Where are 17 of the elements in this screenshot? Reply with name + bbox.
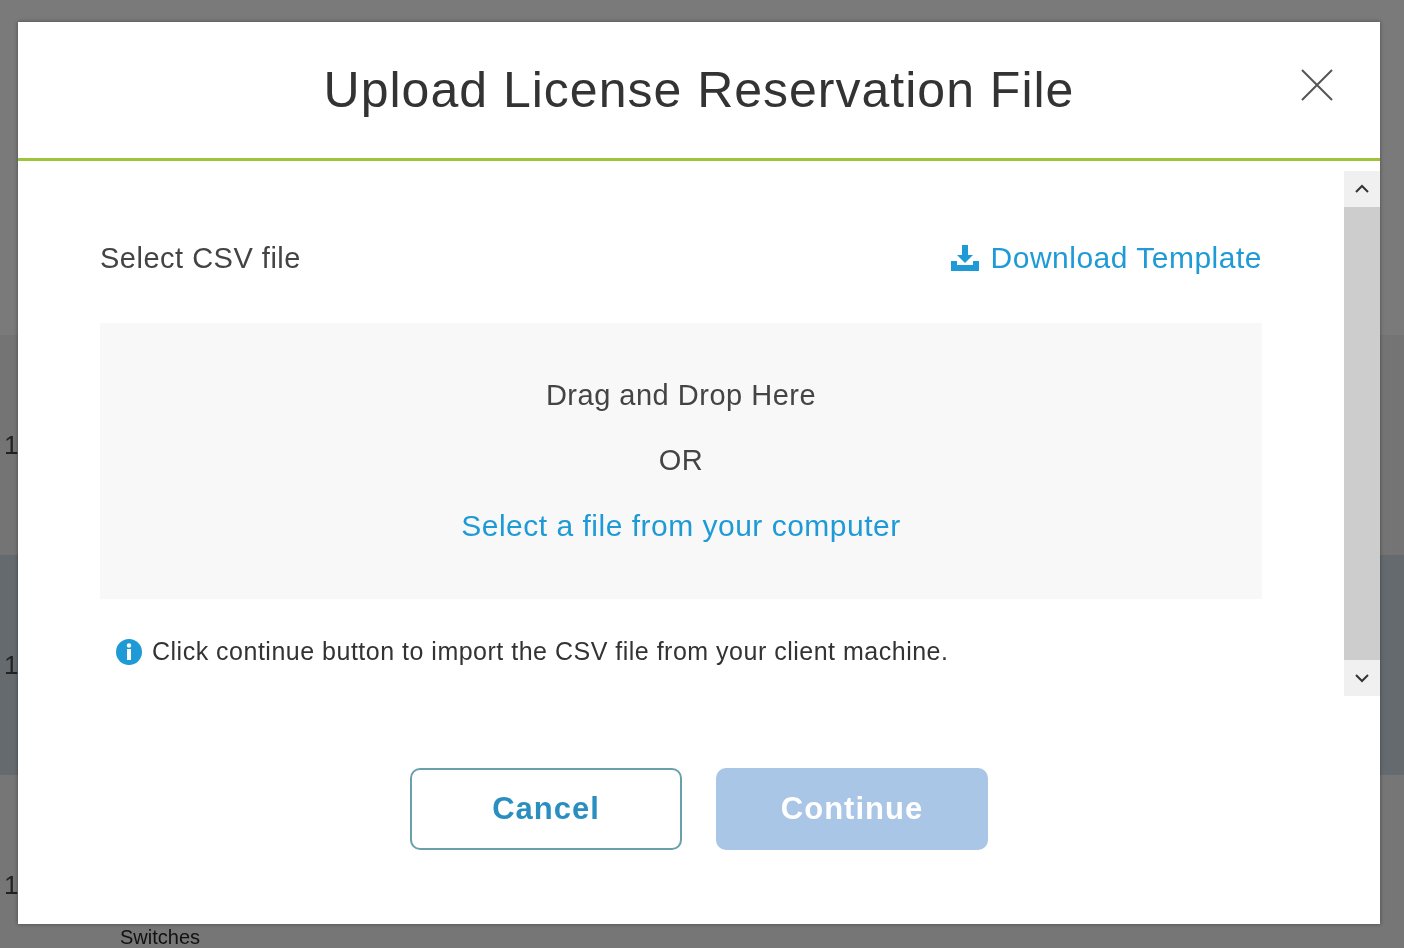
dialog-title: Upload License Reservation File bbox=[323, 61, 1075, 119]
download-icon bbox=[950, 245, 979, 271]
section-label: Select CSV file bbox=[100, 241, 301, 275]
close-icon[interactable] bbox=[1300, 68, 1334, 102]
dropzone-heading: Drag and Drop Here bbox=[545, 379, 817, 412]
info-icon bbox=[116, 638, 142, 665]
scrollbar[interactable] bbox=[1344, 171, 1380, 696]
row-number: 1 bbox=[4, 430, 19, 461]
dropzone[interactable]: Drag and Drop Here OR Select a file from your computer bbox=[100, 323, 1262, 599]
file-picker-link[interactable]: Select a file from your computer bbox=[461, 509, 901, 543]
row-number: 1 bbox=[4, 870, 19, 901]
background-label: Switches bbox=[120, 926, 201, 948]
cancel-button[interactable]: Cancel bbox=[410, 768, 682, 850]
download-link[interactable]: Download Template bbox=[950, 241, 1262, 275]
separator-text: OR bbox=[658, 444, 704, 477]
info-text: Click continue button to import the CSV file from your client machine. bbox=[152, 637, 949, 666]
row-number: 1 bbox=[4, 650, 19, 681]
